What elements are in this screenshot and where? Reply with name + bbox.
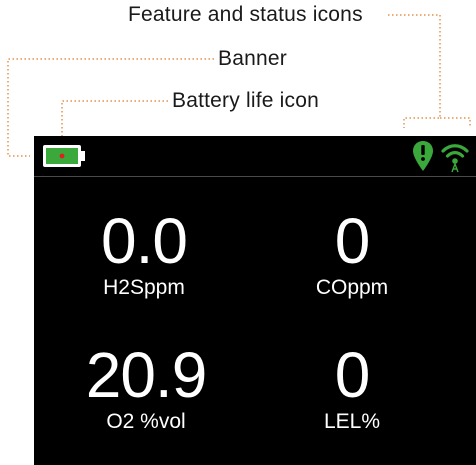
- callout-feature-status-label: Feature and status icons: [128, 3, 363, 26]
- reading-unit: LEL%: [323, 410, 381, 433]
- reading-unit: H2Sppm: [103, 276, 185, 299]
- reading-value: 0: [334, 339, 371, 411]
- reading-o2: 20.9 O2 %vol: [46, 342, 246, 434]
- reading-unit: O2 %vol: [106, 410, 186, 433]
- reading-value: 0.0: [101, 205, 188, 277]
- device-screen: 0.0 H2Sppm 0 COppm 20.9 O2 %vol 0 LEL%: [34, 136, 476, 465]
- feature-status-icons: [412, 140, 470, 174]
- reading-value: 20.9: [85, 339, 208, 411]
- reading-value: 0: [334, 205, 371, 277]
- callout-battery-label: Battery life icon: [172, 89, 319, 112]
- reading-lel: 0 LEL%: [252, 342, 452, 434]
- banner-divider: [34, 176, 476, 177]
- reading-unit: COppm: [315, 276, 389, 299]
- location-alert-icon[interactable]: [412, 140, 434, 172]
- reading-co: 0 COppm: [252, 208, 452, 300]
- reading-h2s: 0.0 H2Sppm: [44, 208, 244, 300]
- battery-icon: [43, 145, 85, 167]
- callout-banner-label: Banner: [218, 47, 287, 70]
- wireless-signal-icon[interactable]: [440, 140, 470, 174]
